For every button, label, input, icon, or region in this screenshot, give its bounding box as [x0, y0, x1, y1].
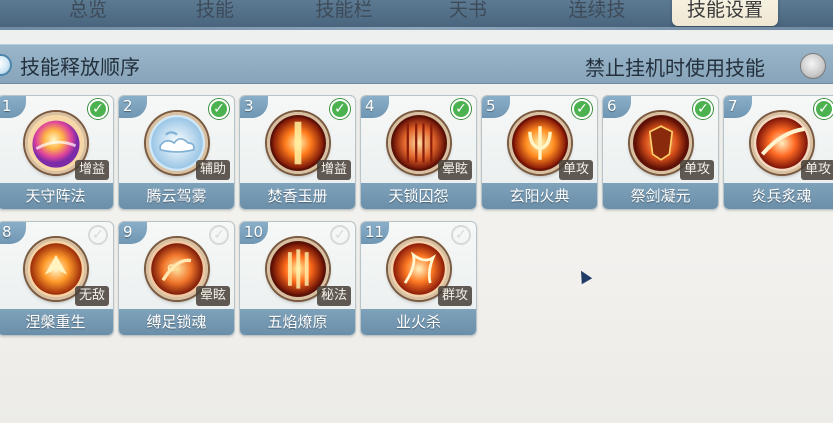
skill-order-number: 3 [240, 96, 268, 118]
skill-enable-check-icon[interactable]: ✓ [330, 99, 350, 119]
skill-card[interactable]: 9 ✓ 晕眩缚足锁魂 [118, 221, 235, 336]
skill-order-number: 9 [119, 222, 147, 244]
skill-name: 天守阵法 [0, 183, 113, 209]
skill-type-badge: 无敌 [74, 286, 109, 306]
skill-order-number: 5 [482, 96, 510, 118]
skill-order-header: 技能释放顺序 禁止挂机时使用技能 [0, 44, 833, 84]
skill-order-number: 8 [0, 222, 26, 244]
skill-name: 缚足锁魂 [119, 309, 234, 335]
skill-order-number: 2 [119, 96, 147, 118]
skill-type-badge: 增益 [74, 160, 109, 180]
skill-name: 天锁囚怨 [361, 183, 476, 209]
skill-order-number: 4 [361, 96, 389, 118]
skill-type-badge: 晕眩 [437, 160, 472, 180]
skill-name: 业火杀 [361, 309, 476, 335]
skill-enable-check-icon[interactable]: ✓ [209, 99, 229, 119]
skill-type-badge: 增益 [316, 160, 351, 180]
section-title: 技能释放顺序 [20, 55, 140, 79]
disable-auto-toggle[interactable] [800, 53, 826, 79]
skill-card[interactable]: 2 ✓ 辅助腾云驾雾 [118, 95, 235, 210]
skill-type-badge: 秘法 [316, 286, 351, 306]
skill-enable-check-icon[interactable]: ✓ [88, 225, 108, 245]
disable-auto-label: 禁止挂机时使用技能 [585, 56, 765, 80]
skill-type-badge: 单攻 [800, 160, 833, 180]
skill-card[interactable]: 5 ✓ 单攻玄阳火典 [481, 95, 598, 210]
tab-overview[interactable]: 总览 [66, 0, 110, 26]
skill-type-badge: 辅助 [195, 160, 230, 180]
skill-enable-check-icon[interactable]: ✓ [814, 99, 833, 119]
tab-skill-settings[interactable]: 技能设置 [672, 0, 778, 26]
skill-card[interactable]: 7 ✓ 单攻炎兵炙魂 [723, 95, 833, 210]
skill-type-badge: 单攻 [679, 160, 714, 180]
skill-name: 涅槃重生 [0, 309, 113, 335]
skill-name: 腾云驾雾 [119, 183, 234, 209]
order-radio-icon[interactable] [0, 54, 12, 76]
skill-name: 玄阳火典 [482, 183, 597, 209]
skill-name: 祭剑凝元 [603, 183, 718, 209]
skill-enable-check-icon[interactable]: ✓ [88, 99, 108, 119]
skill-name: 五焰燎原 [240, 309, 355, 335]
skill-card[interactable]: 1 ✓ 增益天守阵法 [0, 95, 114, 210]
tab-combo[interactable]: 连续技 [565, 0, 629, 26]
skill-card[interactable]: 10 ✓ 秘法五焰燎原 [239, 221, 356, 336]
skill-card[interactable]: 11 ✓ 群攻业火杀 [360, 221, 477, 336]
skill-card[interactable]: 4 ✓ 晕眩天锁囚怨 [360, 95, 477, 210]
skill-card[interactable]: 8 ✓ 无敌涅槃重生 [0, 221, 114, 336]
skill-card[interactable]: 3 ✓ 增益焚香玉册 [239, 95, 356, 210]
tab-bar: 总览 技能 技能栏 天书 连续技 技能设置 [0, 0, 833, 30]
skill-order-number: 7 [724, 96, 752, 118]
tab-tianshu[interactable]: 天书 [446, 0, 490, 26]
skill-name: 焚香玉册 [240, 183, 355, 209]
skill-enable-check-icon[interactable]: ✓ [693, 99, 713, 119]
skill-enable-check-icon[interactable]: ✓ [451, 99, 471, 119]
skill-name: 炎兵炙魂 [724, 183, 833, 209]
skill-enable-check-icon[interactable]: ✓ [451, 225, 471, 245]
tab-skills[interactable]: 技能 [193, 0, 237, 26]
skill-enable-check-icon[interactable]: ✓ [572, 99, 592, 119]
skill-card[interactable]: 6 ✓ 单攻祭剑凝元 [602, 95, 719, 210]
cursor-icon [575, 267, 593, 285]
skill-order-number: 10 [240, 222, 268, 244]
tab-skill-bar[interactable]: 技能栏 [312, 0, 376, 26]
skill-enable-check-icon[interactable]: ✓ [209, 225, 229, 245]
skill-type-badge: 群攻 [437, 286, 472, 306]
skill-order-number: 11 [361, 222, 389, 244]
skill-order-number: 1 [0, 96, 26, 118]
skill-enable-check-icon[interactable]: ✓ [330, 225, 350, 245]
skill-type-badge: 单攻 [558, 160, 593, 180]
skill-order-number: 6 [603, 96, 631, 118]
skill-type-badge: 晕眩 [195, 286, 230, 306]
